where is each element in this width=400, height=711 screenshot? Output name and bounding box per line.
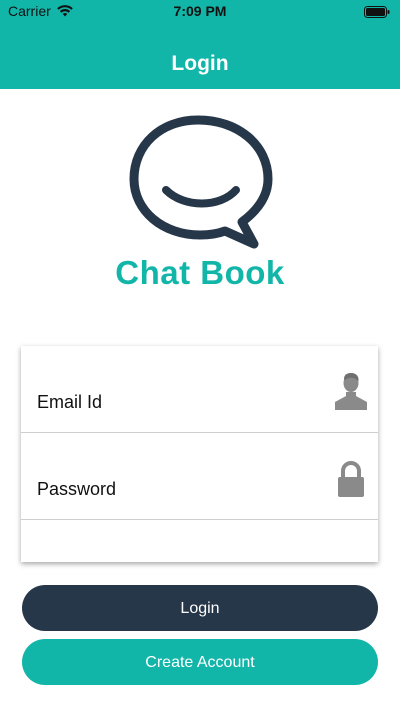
password-row: [21, 433, 378, 520]
login-button[interactable]: Login: [22, 585, 378, 631]
login-form: [21, 346, 378, 562]
clock: 7:09 PM: [173, 3, 227, 19]
create-account-button[interactable]: Create Account: [22, 639, 378, 685]
login-screen: Carrier 7:09 PM Login Chat Book Email Id…: [0, 0, 400, 711]
form-spacer: [21, 520, 378, 562]
app-name: Chat Book: [115, 254, 285, 291]
lock-icon: [334, 459, 368, 499]
status-bar: Carrier 7:09 PM: [0, 0, 400, 22]
password-field[interactable]: [37, 479, 317, 500]
battery-icon: [364, 5, 390, 21]
email-row: [21, 346, 378, 433]
navigation-bar: Carrier 7:09 PM Login: [0, 0, 400, 89]
person-icon: [334, 372, 368, 412]
chat-bubble-smile-icon: [126, 112, 276, 252]
email-field[interactable]: [37, 392, 317, 413]
page-title: Login: [171, 52, 229, 75]
